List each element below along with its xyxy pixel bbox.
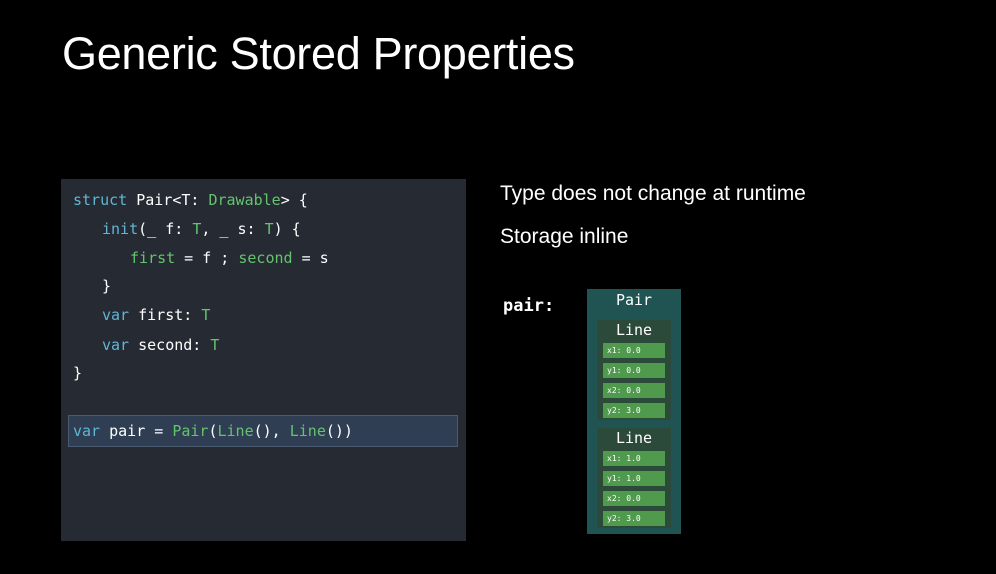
field-x2: x2: 0.0 <box>603 491 665 506</box>
code-token: T <box>201 306 211 324</box>
field-y1: y1: 1.0 <box>603 471 665 486</box>
slide-title: Generic Stored Properties <box>62 28 575 79</box>
code-token: (_ <box>138 220 166 238</box>
pair-box-title: Pair <box>615 291 653 309</box>
code-token: Pair <box>172 422 209 440</box>
code-token: second <box>238 249 293 267</box>
code-token: second: <box>138 336 211 354</box>
code-line-highlighted: var pair = Pair(Line(), Line()) <box>73 421 353 441</box>
code-token: (), <box>253 422 290 440</box>
code-token: first <box>130 249 176 267</box>
code-token: T <box>192 220 202 238</box>
code-token: var <box>102 336 139 354</box>
code-token: Pair<T: <box>136 191 209 209</box>
code-line: first = f ; second = s <box>130 248 329 268</box>
code-token: = f ; <box>175 249 239 267</box>
code-token: first: <box>138 306 202 324</box>
code-line: struct Pair<T: Drawable> { <box>73 190 308 210</box>
bullet-type-runtime: Type does not change at runtime <box>500 182 806 205</box>
field-y1: y1: 0.0 <box>603 363 665 378</box>
variable-label: pair: <box>503 296 555 316</box>
code-line: } <box>73 363 82 383</box>
code-token: T <box>210 336 220 354</box>
code-token: var <box>102 306 139 324</box>
code-token: ( <box>208 422 218 440</box>
code-token: ) { <box>273 220 301 238</box>
line-box-title: Line <box>615 429 653 447</box>
line-memory-box: Line x1: 0.0 y1: 0.0 x2: 0.0 y2: 3.0 <box>597 320 671 420</box>
code-line: var second: T <box>102 335 219 355</box>
code-token: } <box>102 277 112 295</box>
highlighted-code-line: var pair = Pair(Line(), Line()) <box>68 415 458 447</box>
code-token: > { <box>280 191 308 209</box>
line-box-title: Line <box>615 321 653 339</box>
code-token: Drawable <box>208 191 281 209</box>
code-panel: struct Pair<T: Drawable> { init(_ f: T, … <box>61 179 466 541</box>
field-y2: y2: 3.0 <box>603 403 665 418</box>
code-token: Line <box>289 422 326 440</box>
code-token: Line <box>217 422 254 440</box>
bullet-storage-inline: Storage inline <box>500 225 629 248</box>
pair-memory-box: Pair Line x1: 0.0 y1: 0.0 x2: 0.0 y2: 3.… <box>587 289 681 534</box>
code-line: var first: T <box>102 305 210 325</box>
code-token: = s <box>292 249 329 267</box>
code-token: T <box>264 220 274 238</box>
code-token: struct <box>73 191 137 209</box>
code-line: } <box>102 276 111 296</box>
code-token: , _ s: <box>201 220 265 238</box>
code-line: init(_ f: T, _ s: T) { <box>102 219 301 239</box>
code-token: } <box>73 364 83 382</box>
field-x2: x2: 0.0 <box>603 383 665 398</box>
code-token: pair = <box>109 422 173 440</box>
code-token: var <box>73 422 110 440</box>
code-token: f: <box>165 220 193 238</box>
field-y2: y2: 3.0 <box>603 511 665 526</box>
field-x1: x1: 1.0 <box>603 451 665 466</box>
field-x1: x1: 0.0 <box>603 343 665 358</box>
line-memory-box: Line x1: 1.0 y1: 1.0 x2: 0.0 y2: 3.0 <box>597 428 671 528</box>
code-token: ()) <box>325 422 353 440</box>
code-token: init <box>102 220 139 238</box>
